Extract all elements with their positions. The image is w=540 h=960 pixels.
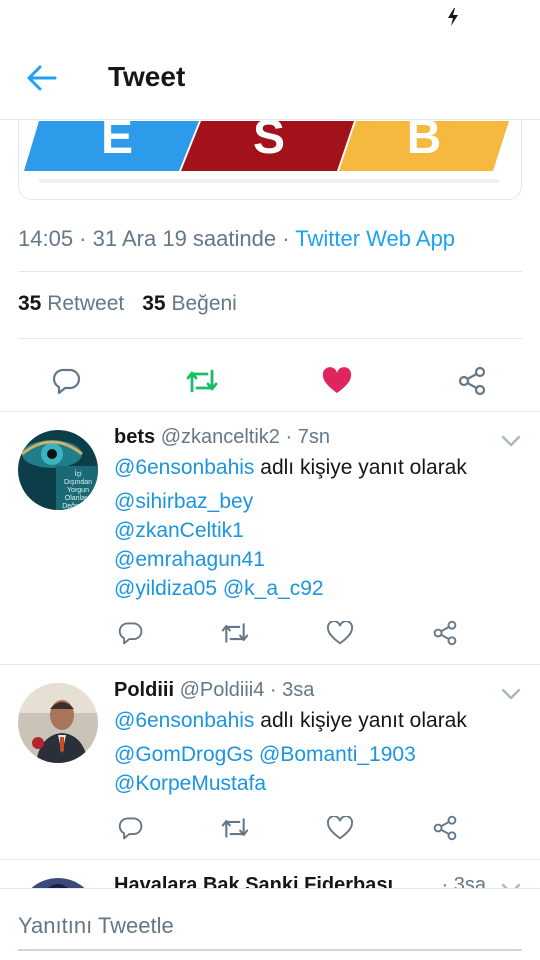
reply-button[interactable] [116, 813, 146, 843]
chevron-down-icon[interactable] [500, 434, 522, 448]
replying-to: @6ensonbahis adlı kişiye yanıt olarak [114, 453, 522, 482]
reply-author-name[interactable]: bets [114, 426, 155, 448]
share-icon [458, 366, 486, 396]
share-icon [433, 620, 457, 646]
mention-link[interactable]: @sihirbaz_bey [114, 487, 522, 516]
avatar-image [18, 683, 98, 763]
media-letter-e: E [101, 120, 133, 164]
chevron-down-icon[interactable] [500, 687, 522, 701]
retweet-button[interactable] [185, 364, 219, 398]
compose-reply-input[interactable]: Yanıtını Tweetle [18, 913, 174, 939]
like-button[interactable] [325, 813, 355, 843]
replying-to-suffix: adlı kişiye yanıt olarak [260, 456, 467, 479]
avatar[interactable] [18, 878, 98, 888]
reply-time-value: 3sa [453, 874, 486, 888]
reply-icon [118, 817, 143, 840]
tweet-detail: E S B 14:05 · 31 Ara 19 saatinde · Twitt… [0, 120, 540, 888]
avatar-caption: Değmeyin [62, 503, 94, 510]
media-letter-b: B [407, 120, 442, 164]
avatar-caption: Olanlara [65, 495, 92, 502]
reply-mentions: @GomDrogGs @Bomanti_1903 @KorpeMustafa [114, 740, 522, 798]
bolt-icon [448, 8, 458, 26]
replying-to-suffix: adlı kişiye yanıt olarak [260, 709, 467, 732]
avatar-caption: Dışından [64, 479, 92, 486]
reply-actions [0, 618, 540, 652]
reply-header: Poldiii @Poldiii4 · 3sa [114, 679, 315, 701]
share-button[interactable] [455, 364, 489, 398]
reply-icon [52, 368, 81, 395]
app-bar: Tweet [0, 36, 540, 120]
mention-link[interactable]: @yildiza05 @k_a_c92 [114, 574, 522, 603]
replying-to-mention[interactable]: @6ensonbahis [114, 709, 254, 732]
status-bar [0, 0, 540, 36]
retweet-button[interactable] [220, 618, 250, 648]
retweet-icon [221, 623, 249, 643]
like-button[interactable] [320, 364, 354, 398]
reply-body: bets @zkanceltik2 · 7sn @6ensonbahis adl… [114, 426, 522, 603]
mention-link[interactable]: @zkanCeltik1 [114, 516, 522, 545]
reply-author-handle[interactable]: @zkanceltik2 [161, 426, 280, 448]
reply-time: 7sn [297, 426, 330, 448]
reply-author-name[interactable]: Havalara Bak Sanki Fiderbası [114, 874, 393, 888]
page-title: Tweet [108, 61, 186, 92]
reply-author-name[interactable]: Poldiii [114, 679, 174, 701]
reply-mentions: @sihirbaz_bey @zkanCeltik1 @emrahagun41 … [114, 487, 522, 603]
reply-body: Poldiii @Poldiii4 · 3sa @6ensonbahis adl… [114, 679, 522, 798]
likes-stat[interactable]: 35 Beğeni [142, 292, 237, 315]
reply-icon [118, 622, 143, 645]
avatar[interactable]: İçi Dışından Yorgun Olanlara Değmeyin [18, 430, 98, 510]
share-icon [433, 815, 457, 841]
tweet-date: 31 Ara 19 saatinde [92, 226, 277, 251]
avatar-caption: İçi [75, 469, 82, 478]
tweet-actions [0, 352, 540, 412]
share-button[interactable] [430, 813, 460, 843]
mention-link[interactable]: @KorpeMustafa [114, 769, 522, 798]
heart-icon [322, 367, 352, 393]
tweet-time: 14:05 [18, 226, 74, 251]
avatar-caption: Yorgun [67, 487, 89, 494]
reply-author-handle[interactable]: @Poldiii4 [180, 679, 265, 701]
retweets-stat[interactable]: 35 Retweet [18, 292, 124, 315]
avatar-image [18, 878, 98, 888]
replying-to: @6ensonbahis adlı kişiye yanıt olarak [114, 706, 522, 735]
media-letter-s: S [253, 120, 285, 164]
reply-header: bets @zkanceltik2 · 7sn [114, 426, 330, 448]
retweet-button[interactable] [220, 813, 250, 843]
media-card[interactable]: E S B [18, 120, 522, 200]
mention-link[interactable]: @GomDrogGs @Bomanti_1903 [114, 740, 522, 769]
mention-link[interactable]: @emrahagun41 [114, 545, 522, 574]
reply-actions-row [100, 813, 480, 847]
reply-time: · 3sa [442, 874, 486, 888]
tweet-timestamp: 14:05 · 31 Ara 19 saatinde · Twitter Web… [18, 226, 456, 251]
reply-time: 3sa [282, 679, 315, 701]
divider [18, 271, 522, 272]
avatar[interactable] [18, 683, 98, 763]
compose-reply-bar[interactable]: Yanıtını Tweetle [0, 888, 540, 960]
tweet-source-link[interactable]: Twitter Web App [295, 226, 455, 251]
reply-actions-row [100, 618, 480, 652]
input-underline [18, 949, 522, 951]
avatar-image: İçi Dışından Yorgun Olanlara Değmeyin [18, 430, 98, 510]
heart-icon [327, 816, 353, 840]
replying-to-mention[interactable]: @6ensonbahis [114, 456, 254, 479]
like-label: Beğeni [171, 292, 237, 315]
media-image: E S B [24, 120, 509, 183]
divider [18, 338, 522, 339]
retweet-icon [186, 369, 218, 393]
like-button[interactable] [325, 618, 355, 648]
heart-icon [327, 621, 353, 645]
reply-actions [0, 813, 540, 847]
back-arrow-icon[interactable] [26, 64, 58, 92]
like-count: 35 [142, 292, 166, 315]
share-button[interactable] [430, 618, 460, 648]
retweet-label: Retweet [47, 292, 125, 315]
tweet-stats: 35 Retweet 35 Beğeni [18, 292, 237, 316]
retweet-icon [221, 818, 249, 838]
reply-button[interactable] [50, 364, 84, 398]
retweet-count: 35 [18, 292, 42, 315]
reply-button[interactable] [116, 618, 146, 648]
reply-tweet[interactable]: Havalara Bak Sanki Fiderbası · 3sa [0, 860, 540, 888]
